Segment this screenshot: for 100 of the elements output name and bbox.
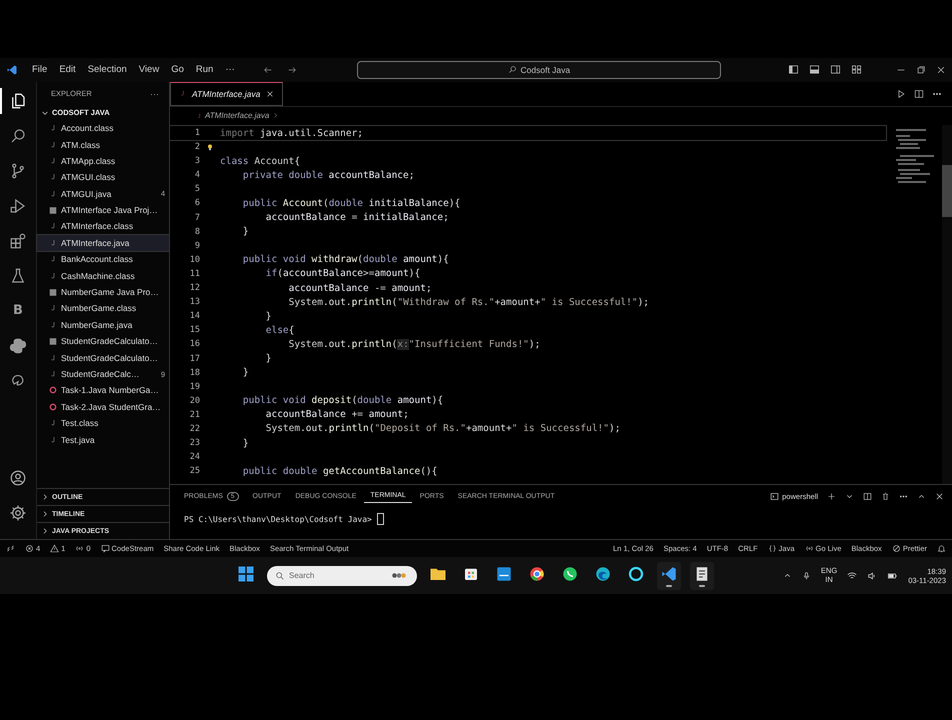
run-icon[interactable] <box>896 88 906 99</box>
taskbar-app-button[interactable] <box>690 562 714 590</box>
line-number: 10 <box>188 254 200 265</box>
breadcrumb-item[interactable]: ATMInterface.java <box>205 111 270 120</box>
explorer-item[interactable]: Test.class <box>37 414 169 432</box>
microphone-icon[interactable] <box>802 570 811 581</box>
files-icon[interactable] <box>9 92 27 110</box>
whatsapp-icon[interactable] <box>561 564 579 583</box>
explorer-item[interactable]: NumberGame Java Pro… <box>37 284 169 300</box>
scrollbar-thumb[interactable] <box>942 164 952 217</box>
back-arrow-icon[interactable] <box>262 64 273 75</box>
explorer-item[interactable]: ATMInterface.class <box>37 218 169 235</box>
restore-icon[interactable] <box>916 64 926 75</box>
code-line: accountBalance += amount; <box>264 409 409 420</box>
command-center-search[interactable]: Codsoft Java <box>356 60 721 79</box>
explorer-item[interactable]: NumberGame.class <box>37 300 169 317</box>
windows-logo-icon[interactable] <box>237 564 255 583</box>
line-number: 6 <box>194 198 200 208</box>
editor-tab[interactable]: ATMInterface.java <box>170 82 284 106</box>
line-number: 18 <box>188 368 200 378</box>
search-icon <box>508 65 517 74</box>
ring-icon[interactable] <box>627 564 645 583</box>
trash-icon[interactable] <box>881 492 890 501</box>
extension-letter-icon[interactable]: B <box>13 303 23 318</box>
explorer-item[interactable]: Task-2.Java StudentGra… <box>37 398 169 415</box>
explorer-item[interactable]: ATMInterface.java <box>37 234 169 252</box>
search-icon[interactable] <box>9 126 27 145</box>
terminal-prompt: PS C:\Users\thanv\Desktop\Codsoft Java> <box>184 514 372 524</box>
code-line: accountBalance -= amount; <box>288 282 432 294</box>
wifi-icon[interactable] <box>847 570 858 581</box>
explorer-item[interactable]: BankAccount.class <box>37 251 169 268</box>
explorer-item[interactable]: NumberGame.java <box>37 316 169 334</box>
split-editor-icon[interactable] <box>914 88 924 99</box>
source-control-icon[interactable] <box>9 162 27 180</box>
broadcast-icon <box>75 544 84 554</box>
line-number: 1 <box>194 128 200 138</box>
java-file-icon <box>49 238 57 248</box>
forward-arrow-icon[interactable] <box>286 64 297 75</box>
lightbulb-icon[interactable] <box>206 142 214 152</box>
menu-item[interactable]: Go <box>165 62 190 78</box>
error-icon <box>25 544 34 554</box>
explorer-item[interactable]: Task-1.Java NumberGa… <box>37 382 169 399</box>
explorer-item[interactable]: Account.class <box>37 120 169 136</box>
line-number: 7 <box>194 212 200 223</box>
explorer-item[interactable]: ATMGUI.class <box>37 169 169 186</box>
taskbar-app-button[interactable] <box>657 562 681 590</box>
code-line: } <box>242 438 249 449</box>
explorer-item[interactable]: ATM.class <box>37 136 169 153</box>
code-line: } <box>242 367 249 378</box>
java-file-icon <box>49 172 57 182</box>
toggle-panel-icon[interactable] <box>809 64 820 76</box>
app-tile-icon[interactable] <box>495 564 513 583</box>
explorer-item[interactable]: Test.java <box>37 431 169 448</box>
java-file-icon <box>49 320 57 330</box>
menu-item[interactable]: ··· <box>219 62 241 78</box>
explorer-item[interactable]: ATMApp.class <box>37 152 169 170</box>
edge-icon[interactable] <box>594 564 612 583</box>
explorer-item[interactable]: CashMachine.class <box>37 267 169 284</box>
battery-icon[interactable] <box>887 570 898 581</box>
toggle-sidebar-icon[interactable] <box>788 64 799 76</box>
account-icon[interactable] <box>9 469 27 488</box>
terminal-cursor <box>376 513 384 526</box>
more-actions-button[interactable]: ··· <box>150 88 159 99</box>
line-number: 19 <box>188 382 200 392</box>
plus-icon[interactable] <box>827 492 836 501</box>
run-debug-icon[interactable] <box>9 196 27 215</box>
terminal-icon <box>770 492 780 501</box>
explorer-item[interactable]: StudentGradeCalculato… <box>37 349 169 366</box>
code-line: System.out.println(x:"Insufficient Funds!"); <box>288 338 540 350</box>
menu-item[interactable]: Edit <box>53 62 82 78</box>
split-terminal-icon[interactable] <box>863 492 872 501</box>
close-icon[interactable] <box>936 64 946 75</box>
settings-icon[interactable] <box>9 504 27 522</box>
menu-item[interactable]: Selection <box>82 62 133 78</box>
code-line: private double accountBalance; <box>242 170 414 181</box>
close-icon[interactable] <box>935 492 944 501</box>
menu-item[interactable]: View <box>132 62 166 78</box>
menu-item[interactable]: Run <box>190 62 220 78</box>
python-icon[interactable] <box>9 336 27 355</box>
java-file-icon <box>49 352 57 363</box>
broadcast-icon <box>804 544 814 554</box>
chrome-icon[interactable] <box>528 564 546 583</box>
code-editor-icon[interactable] <box>660 564 678 583</box>
layout-icon[interactable] <box>851 64 862 76</box>
line-number: 25 <box>188 466 200 476</box>
extensions-icon[interactable] <box>9 232 27 250</box>
menu-item[interactable]: File <box>26 62 54 78</box>
explorer-item[interactable]: StudentGradeCalculato… <box>37 333 169 350</box>
java-file-icon <box>49 369 57 379</box>
remote-icon[interactable] <box>6 544 15 554</box>
java-file-icon <box>49 434 57 445</box>
explorer-item[interactable]: ATMInterface Java Proj… <box>37 202 169 218</box>
taskbar-search-field[interactable]: Search <box>267 566 417 586</box>
java-file-icon <box>49 188 57 199</box>
code-line: public void withdraw(double amount){ <box>242 254 449 266</box>
volume-icon[interactable] <box>867 570 878 581</box>
code-line: } <box>264 353 272 364</box>
bell-icon[interactable] <box>937 544 946 554</box>
toggle-secondary-sidebar-icon[interactable] <box>830 64 841 76</box>
flask-icon[interactable] <box>9 266 27 285</box>
